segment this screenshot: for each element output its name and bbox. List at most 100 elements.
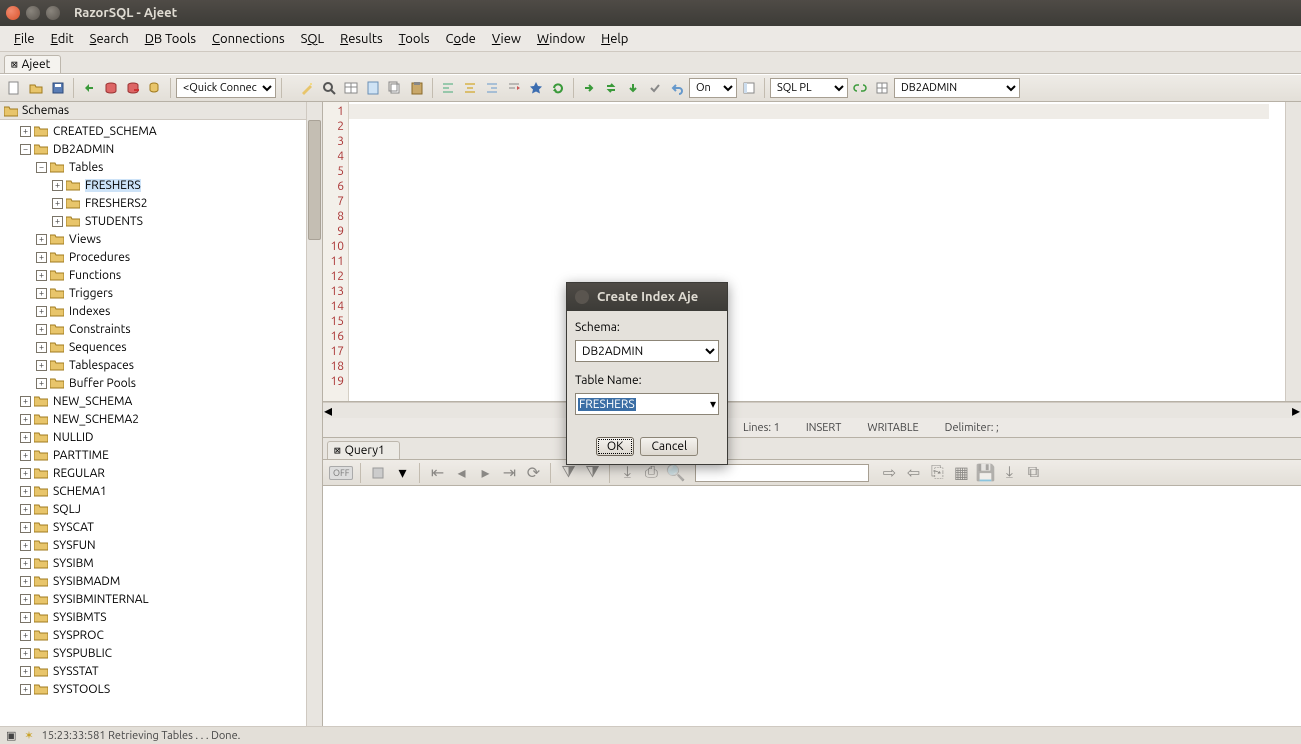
- menu-code[interactable]: Code: [438, 29, 484, 49]
- connect-icon[interactable]: [79, 78, 99, 98]
- link-icon[interactable]: [850, 78, 870, 98]
- tree-node-procedures[interactable]: +Procedures: [0, 248, 322, 266]
- refresh-result-icon[interactable]: ⟳: [523, 463, 543, 483]
- result-opts1-icon[interactable]: ▦: [951, 463, 971, 483]
- tree-node-systools[interactable]: +SYSTOOLS: [0, 680, 322, 698]
- dialog-table-select[interactable]: FRESHERS ▾: [575, 393, 719, 415]
- grid-icon[interactable]: [872, 78, 892, 98]
- db-remove-icon[interactable]: [123, 78, 143, 98]
- menu-dbtools[interactable]: DB Tools: [137, 29, 204, 49]
- editor-scrollbar-h[interactable]: ◂▸: [323, 402, 1301, 418]
- tree-node-freshers[interactable]: +FRESHERS: [0, 176, 322, 194]
- copy-result-icon[interactable]: ⎘: [927, 463, 947, 483]
- tree-node-indexes[interactable]: +Indexes: [0, 302, 322, 320]
- find-icon[interactable]: [319, 78, 339, 98]
- tree-node-sequences[interactable]: +Sequences: [0, 338, 322, 356]
- schema-combo[interactable]: DB2ADMIN: [894, 78, 1020, 98]
- arrow-swap-icon[interactable]: [601, 78, 621, 98]
- menu-file[interactable]: File: [6, 29, 43, 49]
- tree-node-sysibmts[interactable]: +SYSIBMTS: [0, 608, 322, 626]
- tree-node-sysibmadm[interactable]: +SYSIBMADM: [0, 572, 322, 590]
- result-opts2-icon[interactable]: 💾: [975, 463, 995, 483]
- tree-node-sysstat[interactable]: +SYSSTAT: [0, 662, 322, 680]
- menu-help[interactable]: Help: [593, 29, 636, 49]
- result-opts4-icon[interactable]: ⧉: [1023, 463, 1043, 483]
- tree-node-sysibm[interactable]: +SYSIBM: [0, 554, 322, 572]
- outdent-icon[interactable]: [504, 78, 524, 98]
- indent-icon[interactable]: [482, 78, 502, 98]
- tree-node-sysproc[interactable]: +SYSPROC: [0, 626, 322, 644]
- wand-icon[interactable]: [297, 78, 317, 98]
- connection-tab-ajeet[interactable]: ⊠ Ajeet: [4, 55, 61, 73]
- align-center-icon[interactable]: [460, 78, 480, 98]
- tree-node-new_schema[interactable]: +NEW_SCHEMA: [0, 392, 322, 410]
- window-close-icon[interactable]: [6, 6, 20, 20]
- dialog-ok-button[interactable]: OK: [596, 437, 635, 456]
- bookmark-icon[interactable]: [526, 78, 546, 98]
- menu-connections[interactable]: Connections: [204, 29, 293, 49]
- dialog-schema-select[interactable]: DB2ADMIN: [575, 340, 719, 362]
- editor-scrollbar-v[interactable]: [1285, 102, 1301, 401]
- tree-node-bufferpools[interactable]: +Buffer Pools: [0, 374, 322, 392]
- menu-sql[interactable]: SQL: [293, 29, 333, 49]
- window-maximize-icon[interactable]: [46, 6, 60, 20]
- tree-node-sqlj[interactable]: +SQLJ: [0, 500, 322, 518]
- filter-icon[interactable]: ⧩: [558, 463, 578, 483]
- tree-node-syscat[interactable]: +SYSCAT: [0, 518, 322, 536]
- save-result-icon[interactable]: [368, 463, 388, 483]
- close-icon[interactable]: ⊠: [11, 58, 18, 71]
- align-left-icon[interactable]: [438, 78, 458, 98]
- tree-node-sysibminternal[interactable]: +SYSIBMINTERNAL: [0, 590, 322, 608]
- tree-node-schema1[interactable]: +SCHEMA1: [0, 482, 322, 500]
- tree-node-db2admin[interactable]: −DB2ADMIN: [0, 140, 322, 158]
- menu-results[interactable]: Results: [332, 29, 390, 49]
- result-tab-query1[interactable]: ⊠Query1: [327, 441, 400, 459]
- schema-tree[interactable]: +CREATED_SCHEMA −DB2ADMIN −Tables +FRESH…: [0, 120, 322, 726]
- quick-connect-combo[interactable]: <Quick Connect>: [176, 78, 276, 98]
- arrow-right-icon[interactable]: [579, 78, 599, 98]
- db-add-icon[interactable]: [145, 78, 165, 98]
- check-icon[interactable]: [645, 78, 665, 98]
- result-opts3-icon[interactable]: ⤓: [999, 463, 1019, 483]
- tree-node-nullid[interactable]: +NULLID: [0, 428, 322, 446]
- sidebar-scrollbar[interactable]: [306, 102, 322, 726]
- table-icon[interactable]: [341, 78, 361, 98]
- tree-node-regular[interactable]: +REGULAR: [0, 464, 322, 482]
- nav-next-icon[interactable]: ▸: [475, 463, 495, 483]
- window-minimize-icon[interactable]: [26, 6, 40, 20]
- refresh-icon[interactable]: [548, 78, 568, 98]
- results-off-toggle[interactable]: OFF: [329, 466, 353, 480]
- nav-first-icon[interactable]: ⇤: [427, 463, 447, 483]
- tree-node-tablespaces[interactable]: +Tablespaces: [0, 356, 322, 374]
- tree-node-triggers[interactable]: +Triggers: [0, 284, 322, 302]
- menu-edit[interactable]: Edit: [43, 29, 82, 49]
- open-file-icon[interactable]: [26, 78, 46, 98]
- undo-icon[interactable]: [667, 78, 687, 98]
- show-panel-icon[interactable]: [739, 78, 759, 98]
- dialog-cancel-button[interactable]: Cancel: [640, 437, 698, 456]
- dialog-close-icon[interactable]: [575, 290, 589, 304]
- tree-node-freshers2[interactable]: +FRESHERS2: [0, 194, 322, 212]
- find-result-icon[interactable]: 🔍: [665, 463, 685, 483]
- tree-node-created-schema[interactable]: +CREATED_SCHEMA: [0, 122, 322, 140]
- menu-window[interactable]: Window: [529, 29, 593, 49]
- autocomplete-toggle[interactable]: On: [689, 78, 737, 98]
- tree-node-functions[interactable]: +Functions: [0, 266, 322, 284]
- go-prev-icon[interactable]: ⇦: [903, 463, 923, 483]
- sql-editor[interactable]: [349, 102, 1285, 401]
- dialog-titlebar[interactable]: Create Index Aje: [567, 283, 727, 311]
- db-icon[interactable]: [101, 78, 121, 98]
- tree-node-views[interactable]: +Views: [0, 230, 322, 248]
- paste-icon[interactable]: [407, 78, 427, 98]
- copy-icon[interactable]: [385, 78, 405, 98]
- menu-tools[interactable]: Tools: [391, 29, 438, 49]
- nav-last-icon[interactable]: ⇥: [499, 463, 519, 483]
- tree-node-syspublic[interactable]: +SYSPUBLIC: [0, 644, 322, 662]
- print-icon[interactable]: ⎙: [641, 463, 661, 483]
- dropdown-icon[interactable]: ▾: [392, 463, 412, 483]
- filter2-icon[interactable]: ⧩: [582, 463, 602, 483]
- tree-node-students[interactable]: +STUDENTS: [0, 212, 322, 230]
- script-icon[interactable]: [363, 78, 383, 98]
- export-icon[interactable]: ⤓: [617, 463, 637, 483]
- close-icon[interactable]: ⊠: [334, 444, 341, 457]
